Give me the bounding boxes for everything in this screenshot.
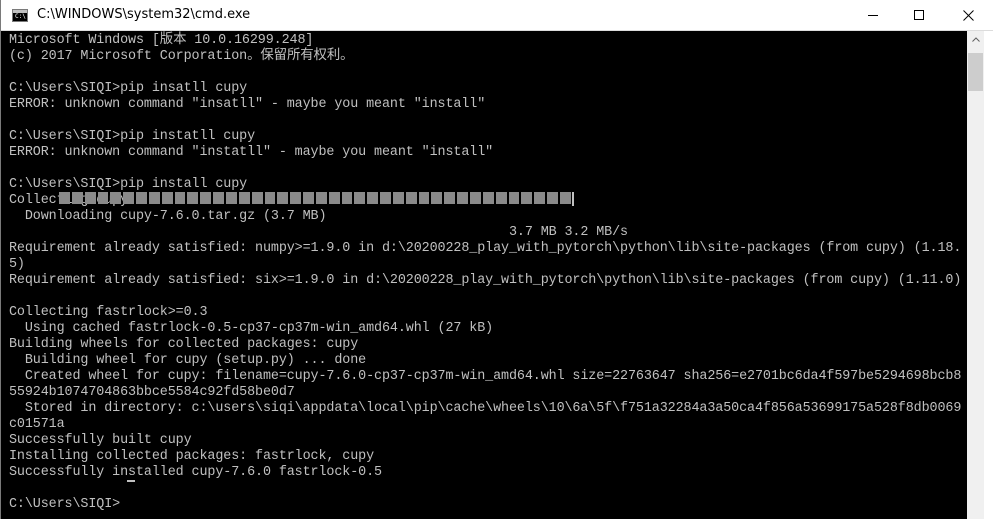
console-line: C:\Users\SIQI>pip instatll cupy	[9, 129, 256, 144]
progress-segment	[213, 192, 224, 204]
cmd-icon[interactable]: C:\	[12, 9, 28, 22]
progress-segment	[59, 192, 70, 204]
vertical-scrollbar[interactable]	[967, 31, 984, 519]
progress-segment	[431, 192, 443, 204]
console-line: 3.7 MB 3.2 MB/s	[9, 225, 628, 240]
progress-segment	[457, 192, 468, 204]
progress-segment	[225, 192, 237, 204]
maximize-icon	[914, 10, 924, 20]
progress-segment	[200, 192, 212, 204]
progress-segment	[380, 192, 391, 204]
progress-segment	[521, 192, 533, 204]
progress-segment	[264, 192, 276, 204]
console-line: Using cached fastrlock-0.5-cp37-cp37m-wi…	[9, 321, 494, 336]
console-line: ERROR: unknown command "insatll" - maybe…	[9, 97, 486, 112]
window-title: C:\WINDOWS\system32\cmd.exe	[37, 7, 251, 22]
chevron-up-icon	[971, 37, 980, 42]
progress-segment	[367, 192, 379, 204]
console-output[interactable]: Microsoft Windows [版本 10.0.16299.248] (c)…	[2, 31, 967, 519]
console-line: Successfully built cupy	[9, 433, 192, 448]
progress-bar-end	[572, 192, 574, 206]
progress-segment	[238, 192, 250, 204]
cmd-window: C:\ C:\WINDOWS\system32\cmd.exe Microsof…	[0, 0, 993, 519]
progress-segment	[534, 192, 546, 204]
maximize-button[interactable]	[896, 0, 942, 30]
progress-segment	[84, 192, 96, 204]
progress-segment	[174, 192, 186, 204]
close-icon	[962, 9, 974, 21]
progress-segment	[495, 192, 507, 204]
console-line: (c) 2017 Microsoft Corporation。保留所有权利。	[9, 49, 354, 64]
progress-segment	[405, 192, 417, 204]
progress-segment	[328, 192, 340, 204]
progress-segment	[303, 192, 314, 204]
progress-segment	[315, 192, 327, 204]
minimize-icon	[868, 15, 878, 16]
console-line: ERROR: unknown command "instatll" - mayb…	[9, 145, 494, 160]
text-cursor	[127, 480, 135, 482]
progress-segment	[559, 192, 571, 204]
title-bar[interactable]: C:\ C:\WINDOWS\system32\cmd.exe	[1, 0, 993, 31]
console-line: Microsoft Windows [版本 10.0.16299.248]	[9, 33, 314, 48]
progress-segment	[508, 192, 520, 204]
console-line: Building wheels for collected packages: …	[9, 337, 359, 352]
progress-segment	[547, 192, 558, 204]
progress-segment	[110, 192, 122, 204]
console-line: Requirement already satisfied: six>=1.9.…	[9, 273, 962, 288]
progress-segment	[418, 192, 430, 204]
console-line: Successfully installed cupy-7.6.0 fastrl…	[9, 465, 382, 480]
progress-segment	[354, 192, 366, 204]
scroll-up-button[interactable]	[967, 31, 984, 48]
progress-segment	[123, 192, 135, 204]
progress-segment	[290, 192, 302, 204]
console-line: Collecting fastrlock>=0.3	[9, 305, 208, 320]
close-button[interactable]	[942, 0, 993, 30]
progress-segment	[444, 192, 456, 204]
console-line: Building wheel for cupy (setup.py) ... d…	[9, 353, 367, 368]
console-line: C:\Users\SIQI>pip install cupy	[9, 177, 248, 192]
progress-segment	[341, 192, 353, 204]
progress-segment	[97, 192, 109, 204]
progress-segment	[482, 192, 494, 204]
download-progress-bar	[59, 192, 571, 204]
progress-segment	[161, 192, 173, 204]
progress-segment	[187, 192, 199, 204]
console-line: Requirement already satisfied: numpy>=1.…	[9, 241, 962, 256]
progress-segment	[277, 192, 289, 204]
console-line: 55924b1074704863bbce5584c92fd58be0d7	[9, 385, 295, 400]
progress-segment	[148, 192, 160, 204]
scroll-thumb[interactable]	[968, 53, 983, 91]
console-line: Downloading cupy-7.6.0.tar.gz (3.7 MB)	[9, 209, 327, 224]
console-line: c01571a	[9, 417, 65, 432]
cmd-icon-text: C:\	[15, 13, 26, 20]
minimize-button[interactable]	[850, 0, 896, 30]
console-line: C:\Users\SIQI>	[9, 497, 121, 512]
progress-segment	[136, 192, 147, 204]
progress-segment	[71, 192, 83, 204]
console-line: 5)	[9, 257, 25, 272]
progress-segment	[470, 192, 481, 204]
console-line: Stored in directory: c:\users\siqi\appda…	[9, 401, 962, 416]
background-window-edge	[984, 31, 993, 519]
console-line: Installing collected packages: fastrlock…	[9, 449, 375, 464]
progress-segment	[251, 192, 263, 204]
progress-segment	[392, 192, 404, 204]
console-line: C:\Users\SIQI>pip insatll cupy	[9, 81, 248, 96]
console-line: Created wheel for cupy: filename=cupy-7.…	[9, 369, 962, 384]
